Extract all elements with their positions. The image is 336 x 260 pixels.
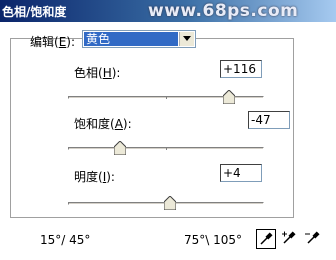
- eyedropper-icon: [260, 232, 273, 245]
- chevron-down-icon: [183, 36, 191, 41]
- edit-label: 编辑(E):: [30, 35, 76, 49]
- eyedropper-plus-icon: [282, 231, 296, 244]
- lightness-slider-thumb[interactable]: [163, 196, 176, 210]
- eyedropper-minus-button[interactable]: [304, 229, 324, 249]
- saturation-label: 饱和度(A):: [74, 117, 132, 131]
- range-left-readout: 15°/ 45°: [40, 233, 91, 247]
- saturation-input[interactable]: -47: [248, 111, 290, 129]
- hue-center-tick: [166, 96, 167, 99]
- eyedropper-plus-button[interactable]: [280, 229, 300, 249]
- title-bar: 色相/饱和度 www.68ps.com: [0, 0, 336, 22]
- hue-slider-thumb[interactable]: [223, 90, 236, 104]
- range-right-readout: 75°\ 105°: [184, 233, 243, 247]
- window-title: 色相/饱和度: [2, 5, 67, 19]
- eyedropper-button[interactable]: [256, 229, 276, 249]
- edit-dropdown[interactable]: 黄色: [82, 30, 196, 48]
- lightness-label: 明度(I):: [74, 170, 115, 184]
- saturation-slider-track[interactable]: [68, 147, 264, 150]
- hue-label: 色相(H):: [74, 66, 121, 80]
- edit-dropdown-value: 黄色: [84, 32, 178, 46]
- lightness-input[interactable]: +4: [220, 164, 262, 182]
- saturation-center-tick: [166, 147, 167, 150]
- eyedropper-minus-icon: [305, 231, 320, 244]
- saturation-slider-thumb[interactable]: [113, 141, 126, 155]
- hue-input[interactable]: +116: [220, 60, 262, 78]
- dropdown-button[interactable]: [179, 32, 194, 46]
- watermark: www.68ps.com: [148, 1, 299, 21]
